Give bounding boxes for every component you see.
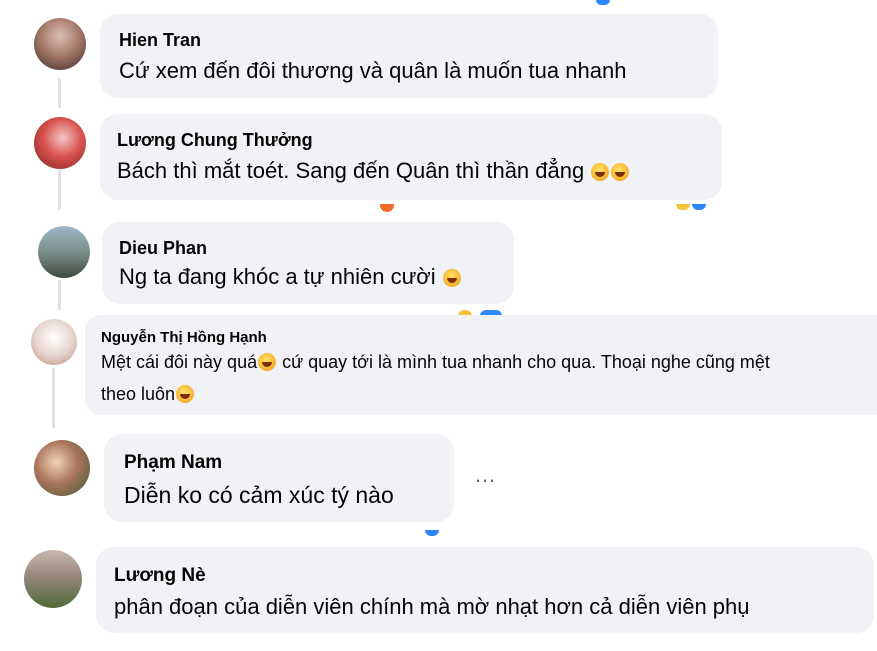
laughing-emoji-icon [611, 163, 630, 181]
thread-line [58, 170, 61, 210]
reaction-icon [380, 204, 394, 212]
thread-line [58, 280, 61, 310]
comment-text: Ng ta đang khóc a tự nhiên cười [119, 264, 462, 290]
comment-bubble [100, 14, 718, 98]
comment-text-content: Bách thì mắt toét. Sang đến Quân thì thầ… [117, 158, 585, 183]
avatar[interactable] [38, 226, 90, 278]
comment-author[interactable]: Lương Chung Thưởng [117, 130, 313, 151]
avatar[interactable] [34, 440, 90, 496]
comment-bubble [102, 222, 514, 304]
comment-text: phân đoạn của diễn viên chính mà mờ nhạt… [114, 594, 750, 619]
laughing-emoji-icon [258, 353, 277, 371]
reaction-icon [596, 0, 610, 5]
crying-emoji-icon [176, 385, 195, 403]
comment-text-content: Mệt cái đôi này quá [101, 352, 258, 372]
avatar[interactable] [31, 319, 77, 365]
avatar[interactable] [34, 18, 86, 70]
comment-text-content: cứ quay tới là mình tua nhanh cho qua. T… [277, 352, 770, 372]
comment-text: theo luôn [101, 384, 195, 405]
comment-author[interactable]: Nguyễn Thị Hồng Hạnh [101, 329, 267, 346]
laughing-emoji-icon [442, 269, 461, 287]
comment-text-content: Ng ta đang khóc a tự nhiên cười [119, 264, 436, 289]
reaction-icon [425, 530, 439, 536]
more-options-button[interactable]: … [474, 462, 497, 488]
comment-author[interactable]: Dieu Phan [119, 238, 207, 259]
avatar[interactable] [34, 117, 86, 169]
comment-author[interactable]: Phạm Nam [124, 452, 222, 474]
comment-text: Cứ xem đến đôi thương và quân là muốn tu… [119, 58, 627, 83]
comment-text-content: theo luôn [101, 384, 176, 404]
thread-line [52, 368, 55, 428]
comment-text: Mệt cái đôi này quá cứ quay tới là mình … [101, 352, 770, 373]
reaction-icon [676, 204, 690, 210]
laughing-emoji-icon [591, 163, 610, 181]
comment-bubble [96, 547, 874, 633]
thread-line [58, 78, 61, 108]
comment-bubble [100, 114, 722, 200]
comment-author[interactable]: Lương Nè [114, 565, 206, 587]
reaction-icon [692, 204, 706, 210]
comment-text: Diễn ko có cảm xúc tý nào [124, 482, 394, 508]
comment-author[interactable]: Hien Tran [119, 30, 201, 51]
avatar[interactable] [24, 550, 82, 608]
comment-text: Bách thì mắt toét. Sang đến Quân thì thầ… [117, 158, 630, 184]
